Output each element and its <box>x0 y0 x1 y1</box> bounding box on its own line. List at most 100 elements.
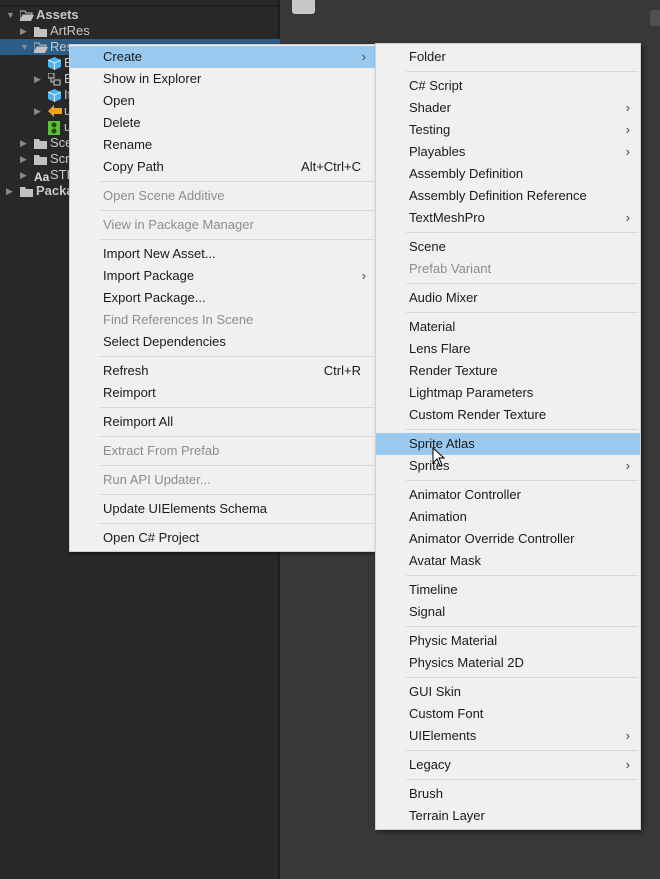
menu-item-signal[interactable]: Signal <box>376 601 640 623</box>
menu-item-label: Custom Render Texture <box>409 407 547 422</box>
menu-item-label: Open <box>103 93 135 108</box>
menu-item-lightmap-parameters[interactable]: Lightmap Parameters <box>376 382 640 404</box>
menu-item-create[interactable]: Create › <box>70 46 376 68</box>
menu-item-label: Folder <box>409 49 446 64</box>
menu-item-sprite-atlas[interactable]: Sprite Atlas <box>376 433 640 455</box>
collapsed-arrow-icon[interactable]: ▶ <box>34 71 41 87</box>
collapsed-arrow-icon[interactable]: ▶ <box>20 151 27 167</box>
menu-item-rename[interactable]: Rename <box>70 134 376 156</box>
menu-item-label: Brush <box>409 786 443 801</box>
tree-item-assets[interactable]: ▼ Assets <box>0 7 280 23</box>
menu-separator <box>100 181 374 182</box>
menu-separator <box>406 71 638 72</box>
menu-item-uielements[interactable]: UIElements › <box>376 725 640 747</box>
menu-item-avatar-mask[interactable]: Avatar Mask <box>376 550 640 572</box>
tree-item-label: Scr <box>50 151 70 166</box>
submenu-chevron-icon: › <box>625 210 630 225</box>
collapsed-arrow-icon[interactable]: ▶ <box>6 183 13 199</box>
menu-item-physics-material-2d[interactable]: Physics Material 2D <box>376 652 640 674</box>
prefab-cube-icon <box>47 57 62 70</box>
folder-open-icon <box>33 41 48 54</box>
menu-separator <box>406 677 638 678</box>
menu-item-copy-path[interactable]: Copy Path Alt+Ctrl+C <box>70 156 376 178</box>
prefab-cube-icon <box>47 89 62 102</box>
menu-item-animator-override-controller[interactable]: Animator Override Controller <box>376 528 640 550</box>
menu-item-label: Prefab Variant <box>409 261 492 276</box>
menu-item-label: C# Script <box>409 78 463 93</box>
submenu-chevron-icon: › <box>625 728 630 743</box>
menu-item-lens-flare[interactable]: Lens Flare <box>376 338 640 360</box>
menu-item-update-uielements-schema[interactable]: Update UIElements Schema <box>70 498 376 520</box>
menu-item-textmeshpro[interactable]: TextMeshPro › <box>376 207 640 229</box>
menu-item-brush[interactable]: Brush <box>376 783 640 805</box>
menu-item-label: Custom Font <box>409 706 484 721</box>
tree-item-artres[interactable]: ▶ ArtRes <box>0 23 280 39</box>
menu-separator <box>406 283 638 284</box>
menu-item-shader[interactable]: Shader › <box>376 97 640 119</box>
menu-item-label: Create <box>103 49 143 64</box>
collapsed-arrow-icon[interactable]: ▶ <box>34 103 41 119</box>
menu-item-sprites[interactable]: Sprites › <box>376 455 640 477</box>
menu-item-label: Assembly Definition <box>409 166 524 181</box>
menu-item-label: Avatar Mask <box>409 553 482 568</box>
menu-separator <box>100 407 374 408</box>
menu-item-playables[interactable]: Playables › <box>376 141 640 163</box>
menu-item-open[interactable]: Open <box>70 90 376 112</box>
menu-item-label: Scene <box>409 239 446 254</box>
menu-item-animation[interactable]: Animation <box>376 506 640 528</box>
menu-item-testing[interactable]: Testing › <box>376 119 640 141</box>
menu-item-import-new-asset[interactable]: Import New Asset... <box>70 243 376 265</box>
menu-item-label: Import Package <box>103 268 195 283</box>
menu-item-refresh[interactable]: Refresh Ctrl+R <box>70 360 376 382</box>
menu-item-label: View in Package Manager <box>103 217 254 232</box>
collapsed-arrow-icon[interactable]: ▶ <box>20 167 27 183</box>
submenu-chevron-icon: › <box>625 144 630 159</box>
menu-item-terrain-layer[interactable]: Terrain Layer <box>376 805 640 827</box>
menu-item-import-package[interactable]: Import Package › <box>70 265 376 287</box>
menu-separator <box>406 480 638 481</box>
font-aa-icon: Aa <box>34 170 50 184</box>
menu-item-label: Export Package... <box>103 290 206 305</box>
menu-item-label: Import New Asset... <box>103 246 216 261</box>
menu-item-custom-render-texture[interactable]: Custom Render Texture <box>376 404 640 426</box>
expanded-arrow-icon[interactable]: ▼ <box>6 7 15 23</box>
menu-item-reimport-all[interactable]: Reimport All <box>70 411 376 433</box>
collapsed-arrow-icon[interactable]: ▶ <box>20 135 27 151</box>
menu-item-c-script[interactable]: C# Script <box>376 75 640 97</box>
menu-separator <box>100 210 374 211</box>
menu-item-extract-from-prefab: Extract From Prefab <box>70 440 376 462</box>
menu-item-label: Legacy <box>409 757 451 772</box>
menu-item-animator-controller[interactable]: Animator Controller <box>376 484 640 506</box>
menu-item-folder[interactable]: Folder <box>376 46 640 68</box>
menu-item-delete[interactable]: Delete <box>70 112 376 134</box>
menu-item-physic-material[interactable]: Physic Material <box>376 630 640 652</box>
menu-item-assembly-definition-reference[interactable]: Assembly Definition Reference <box>376 185 640 207</box>
menu-item-custom-font[interactable]: Custom Font <box>376 703 640 725</box>
menu-item-select-dependencies[interactable]: Select Dependencies <box>70 331 376 353</box>
menu-separator <box>100 494 374 495</box>
menu-item-assembly-definition[interactable]: Assembly Definition <box>376 163 640 185</box>
menu-item-label: TextMeshPro <box>409 210 485 225</box>
menu-item-show-in-explorer[interactable]: Show in Explorer <box>70 68 376 90</box>
collapsed-arrow-icon[interactable]: ▶ <box>20 23 27 39</box>
menu-item-open-c-project[interactable]: Open C# Project <box>70 527 376 549</box>
menu-separator <box>406 750 638 751</box>
menu-item-view-in-package-manager: View in Package Manager <box>70 214 376 236</box>
menu-item-legacy[interactable]: Legacy › <box>376 754 640 776</box>
submenu-chevron-icon: › <box>625 100 630 115</box>
menu-item-export-package[interactable]: Export Package... <box>70 287 376 309</box>
folder-thumbnail[interactable] <box>292 0 315 14</box>
menu-item-label: Select Dependencies <box>103 334 226 349</box>
menu-item-reimport[interactable]: Reimport <box>70 382 376 404</box>
panel-button[interactable] <box>650 10 660 26</box>
menu-item-scene[interactable]: Scene <box>376 236 640 258</box>
menu-item-gui-skin[interactable]: GUI Skin <box>376 681 640 703</box>
menu-separator <box>406 232 638 233</box>
menu-item-timeline[interactable]: Timeline <box>376 579 640 601</box>
menu-item-audio-mixer[interactable]: Audio Mixer <box>376 287 640 309</box>
menu-item-render-texture[interactable]: Render Texture <box>376 360 640 382</box>
expanded-arrow-icon[interactable]: ▼ <box>20 39 29 55</box>
menu-item-label: Delete <box>103 115 141 130</box>
shortcut-label: Ctrl+R <box>323 363 361 378</box>
menu-item-material[interactable]: Material <box>376 316 640 338</box>
